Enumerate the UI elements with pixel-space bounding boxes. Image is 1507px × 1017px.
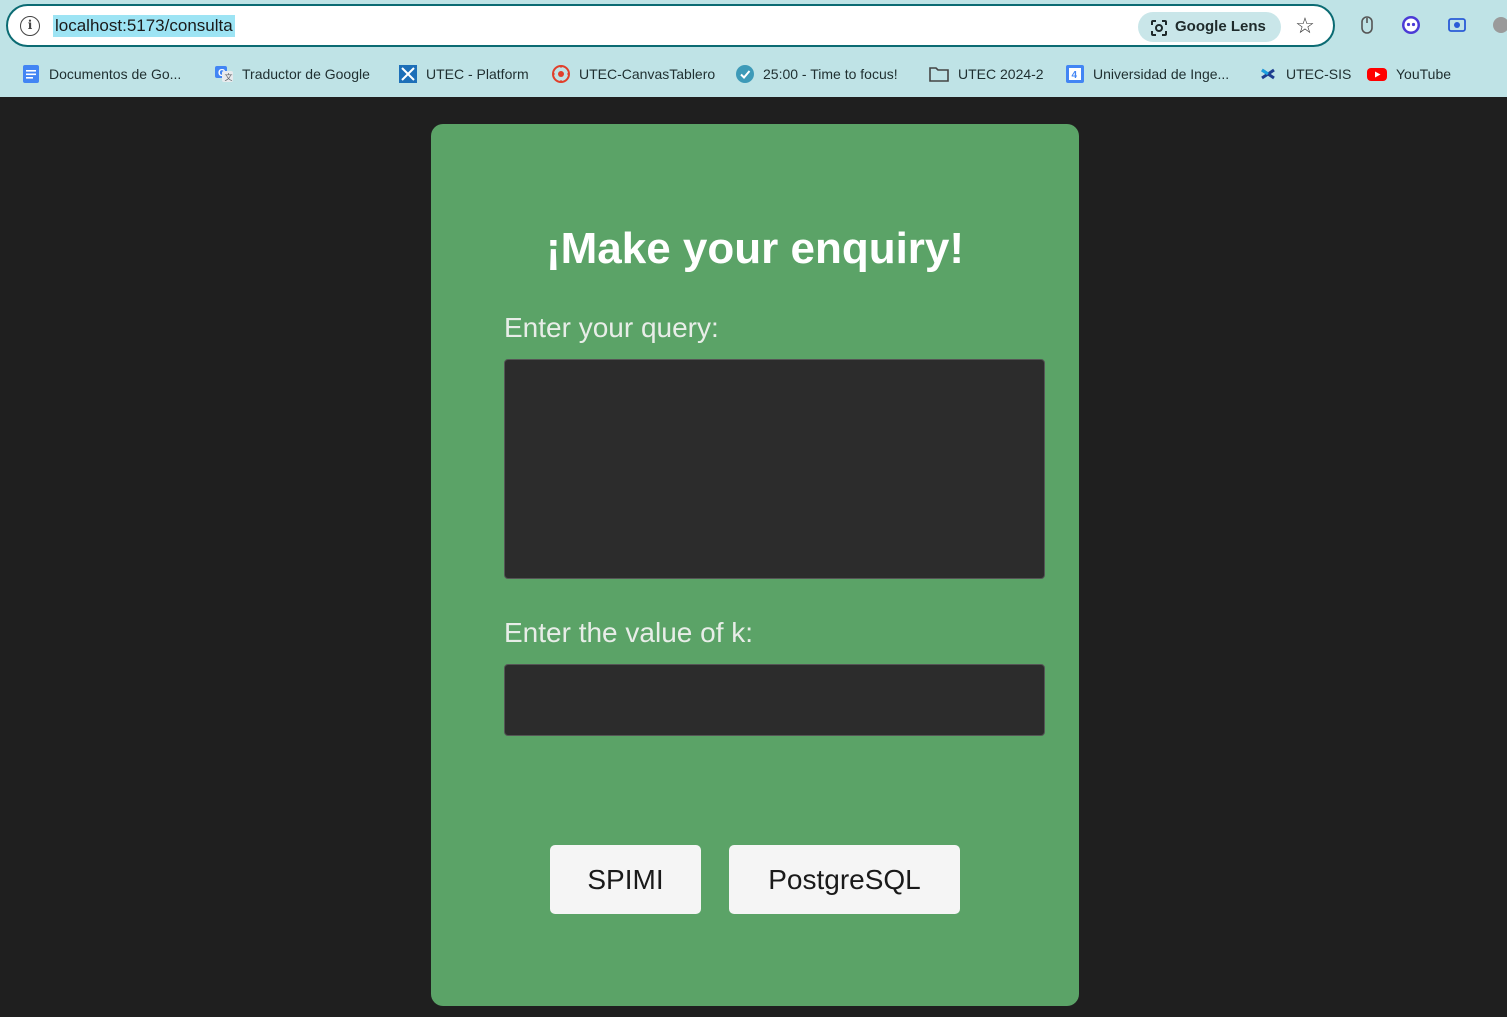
page-title: ¡Make your enquiry! xyxy=(545,224,965,273)
bookmark-label: 25:00 - Time to focus! xyxy=(763,66,898,82)
folder-icon xyxy=(929,67,949,82)
utec-sis-icon xyxy=(1261,68,1275,80)
browser-toolbar: i localhost:5173/consulta Google Lens ☆ xyxy=(0,0,1507,52)
ghost-extension-icon[interactable] xyxy=(1401,15,1421,35)
lens-icon xyxy=(1151,20,1167,36)
query-label: Enter your query: xyxy=(504,312,719,343)
google-lens-label: Google Lens xyxy=(1175,18,1266,35)
postgresql-button[interactable]: PostgreSQL xyxy=(729,845,960,914)
google-docs-icon xyxy=(23,65,39,83)
bookmark-traductor[interactable]: G 文 Traductor de Google xyxy=(215,62,370,86)
bookmark-label: UTEC - Platform xyxy=(426,66,529,82)
bookmark-star-icon[interactable]: ☆ xyxy=(1294,15,1316,37)
page-content: ¡Make your enquiry! Enter your query: En… xyxy=(0,97,1507,1017)
bookmark-label: YouTube xyxy=(1396,66,1452,82)
bookmark-label: Documentos de Go... xyxy=(49,66,182,82)
google-translate-icon: G 文 xyxy=(215,66,233,82)
bookmark-universidad[interactable]: 4 Universidad de Inge... xyxy=(1066,62,1229,86)
google-calendar-icon: 4 xyxy=(1066,65,1084,83)
bookmark-label: UTEC 2024-2 xyxy=(958,66,1044,82)
bookmark-utec-platform[interactable]: UTEC - Platform xyxy=(399,62,529,86)
svg-text:4: 4 xyxy=(1072,70,1078,81)
profile-extension-icon[interactable] xyxy=(1491,15,1507,35)
utec-platform-icon xyxy=(399,65,417,83)
bookmarks-bar: Documentos de Go... G 文 Traductor de Goo… xyxy=(0,52,1507,97)
bookmark-label: Universidad de Inge... xyxy=(1093,66,1230,82)
url-text[interactable]: localhost:5173/consulta xyxy=(53,15,235,37)
svg-text:文: 文 xyxy=(225,72,233,82)
youtube-icon xyxy=(1367,68,1387,81)
spimi-button[interactable]: SPIMI xyxy=(550,845,701,914)
site-info-icon[interactable]: i xyxy=(20,16,40,36)
bookmark-folder-utec[interactable]: UTEC 2024-2 xyxy=(929,62,1044,86)
bookmark-youtube[interactable]: YouTube xyxy=(1367,62,1451,86)
canvas-icon xyxy=(552,65,570,83)
k-input[interactable] xyxy=(504,664,1045,736)
enquiry-card: ¡Make your enquiry! Enter your query: En… xyxy=(431,124,1079,1006)
bookmark-documentos[interactable]: Documentos de Go... xyxy=(22,62,181,86)
bookmark-time-to-focus[interactable]: 25:00 - Time to focus! xyxy=(736,62,898,86)
address-bar[interactable]: i localhost:5173/consulta Google Lens ☆ xyxy=(6,4,1335,47)
bookmark-label: UTEC-SIS xyxy=(1286,66,1352,82)
check-circle-icon xyxy=(736,65,754,83)
mouse-extension-icon[interactable] xyxy=(1357,15,1377,35)
bookmark-utec-sis[interactable]: UTEC-SIS xyxy=(1259,62,1351,86)
bookmark-canvas[interactable]: UTEC-CanvasTablero xyxy=(552,62,715,86)
screen-record-extension-icon[interactable] xyxy=(1447,15,1467,35)
bookmark-label: Traductor de Google xyxy=(242,66,370,82)
query-textarea[interactable] xyxy=(504,359,1045,579)
google-lens-button[interactable]: Google Lens xyxy=(1138,12,1281,42)
k-label: Enter the value of k: xyxy=(504,617,754,648)
bookmark-label: UTEC-CanvasTablero xyxy=(579,66,716,82)
